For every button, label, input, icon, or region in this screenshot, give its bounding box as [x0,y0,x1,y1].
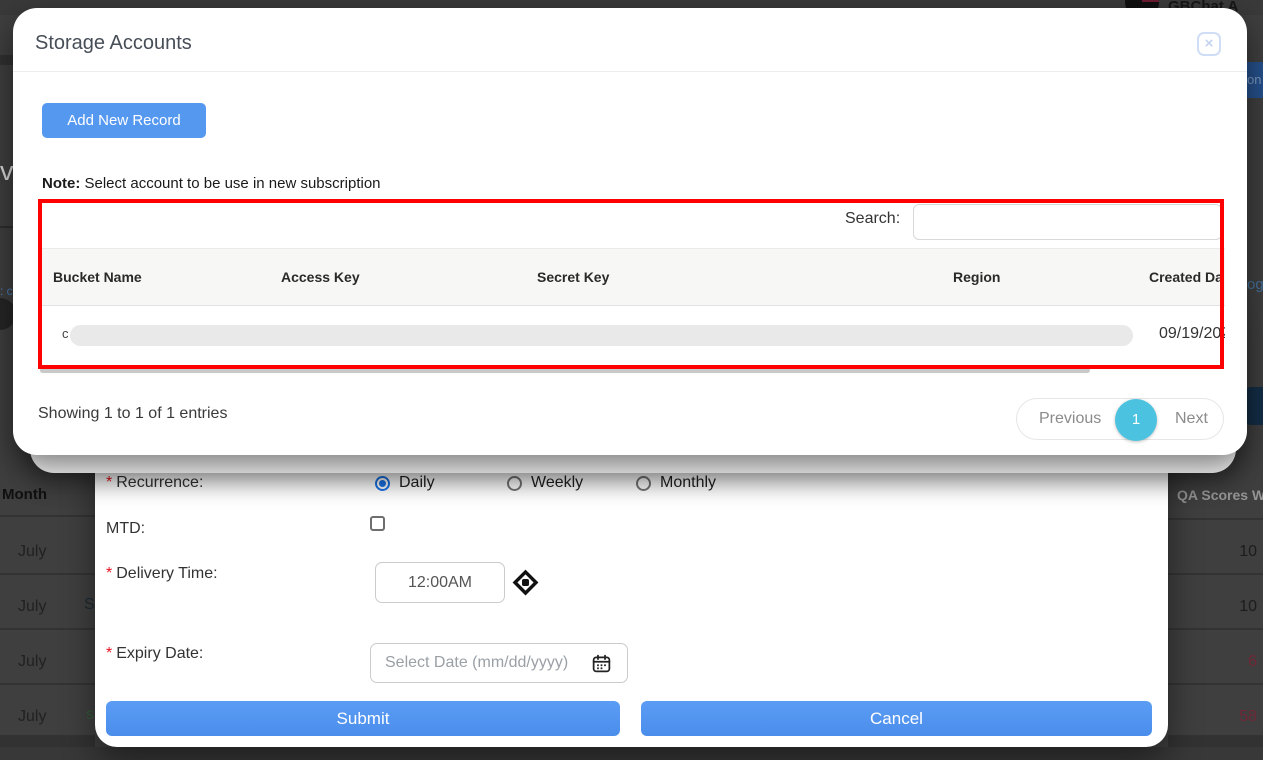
table-row: July [18,653,46,671]
horizontal-scrollbar[interactable] [40,368,1090,373]
background-left-bar [0,55,13,65]
background-navy-button-fragment [1245,387,1263,425]
delivery-time-label: *Delivery Time: [106,565,218,583]
background-strip [1168,737,1263,747]
required-asterisk: * [106,474,112,491]
expiry-date-input[interactable] [370,643,628,683]
note-label: Note: [42,175,80,192]
radio-monthly[interactable] [636,476,651,491]
pagination-page-1[interactable]: 1 [1115,399,1157,441]
background-divider [0,226,13,228]
storage-account-row[interactable]: c 09/19/202 [39,306,1225,362]
search-input[interactable] [913,204,1222,240]
table-row: July [18,598,46,616]
time-picker-icon[interactable] [512,569,539,601]
background-link-fragment: og [1247,276,1263,293]
mtd-checkbox[interactable] [370,516,385,531]
column-header-access-key[interactable]: Access Key [281,269,360,285]
radio-weekly[interactable] [507,476,522,491]
row-divider [0,683,95,685]
qa-score-value: 6 [1248,653,1257,671]
search-label: Search: [845,210,900,228]
bucket-name-fragment: c [62,326,69,341]
required-asterisk: * [106,645,112,662]
expiry-date-label-text: Expiry Date: [116,645,203,662]
note-body: Select account to be use in new subscrip… [85,175,381,192]
row-divider [1168,518,1263,520]
radio-weekly-label[interactable]: Weekly [531,474,583,492]
page-root: GBChat A ve : c on og Month July July S … [0,0,1263,760]
calendar-icon[interactable] [591,653,612,679]
table-row: July [18,543,46,561]
redacted-data-pill [70,325,1133,346]
recurrence-label: *Recurrence: [106,474,203,492]
qa-score-value: 10 [1239,543,1257,561]
background-small-text-fragment: : c [0,284,13,298]
expiry-date-label: *Expiry Date: [106,645,203,663]
column-header-bucket-name[interactable]: Bucket Name [53,269,142,285]
delivery-time-label-text: Delivery Time: [116,565,217,582]
note-text: Note: Select account to be use in new su… [42,175,381,192]
radio-daily[interactable] [375,476,390,491]
column-header-created-date[interactable]: Created Da [1149,269,1223,285]
month-column-header: Month [2,486,47,503]
add-new-record-button[interactable]: Add New Record [42,103,206,138]
modal-title: Storage Accounts [35,32,192,55]
submit-button[interactable]: Submit [106,701,620,736]
created-date-value: 09/19/202 [1159,325,1225,343]
close-icon[interactable]: × [1197,32,1221,56]
column-header-region[interactable]: Region [953,269,1000,285]
storage-accounts-modal: Storage Accounts × Add New Record Note: … [13,8,1247,455]
required-asterisk: * [106,565,112,582]
table-row: July [18,708,46,726]
background-month-table: Month July July S July July s [0,470,95,740]
qa-score-value: 10 [1239,598,1257,616]
pagination-next[interactable]: Next [1175,410,1208,428]
table-cell-fragment: s [86,706,94,724]
row-divider [0,628,95,630]
qa-score-value: 58 [1239,708,1257,726]
qa-scores-column-header: QA Scores W [1177,487,1263,503]
recurrence-label-text: Recurrence: [116,474,203,491]
row-divider [1168,628,1263,630]
pagination-previous[interactable]: Previous [1039,410,1101,428]
table-header-row: Bucket Name Access Key Secret Key Region… [39,248,1225,306]
radio-monthly-label[interactable]: Monthly [660,474,716,492]
row-divider [0,515,95,517]
background-strip [0,737,95,747]
background-qa-table: QA Scores W 10 10 6 58 [1168,470,1263,740]
mtd-label: MTD: [106,520,145,538]
modal-header-divider [13,71,1247,72]
row-divider [0,573,95,575]
entries-summary: Showing 1 to 1 of 1 entries [38,405,227,423]
pagination: Previous 1 Next [1016,398,1224,440]
row-divider [1168,573,1263,575]
delivery-time-input[interactable] [375,562,505,603]
row-divider [1168,683,1263,685]
background-footer-strip [0,747,1263,760]
background-button-fragment: on [1245,62,1263,98]
cancel-button[interactable]: Cancel [641,701,1152,736]
radio-daily-label[interactable]: Daily [399,474,435,492]
table-cell-fragment: S [84,596,95,614]
column-header-secret-key[interactable]: Secret Key [537,269,609,285]
